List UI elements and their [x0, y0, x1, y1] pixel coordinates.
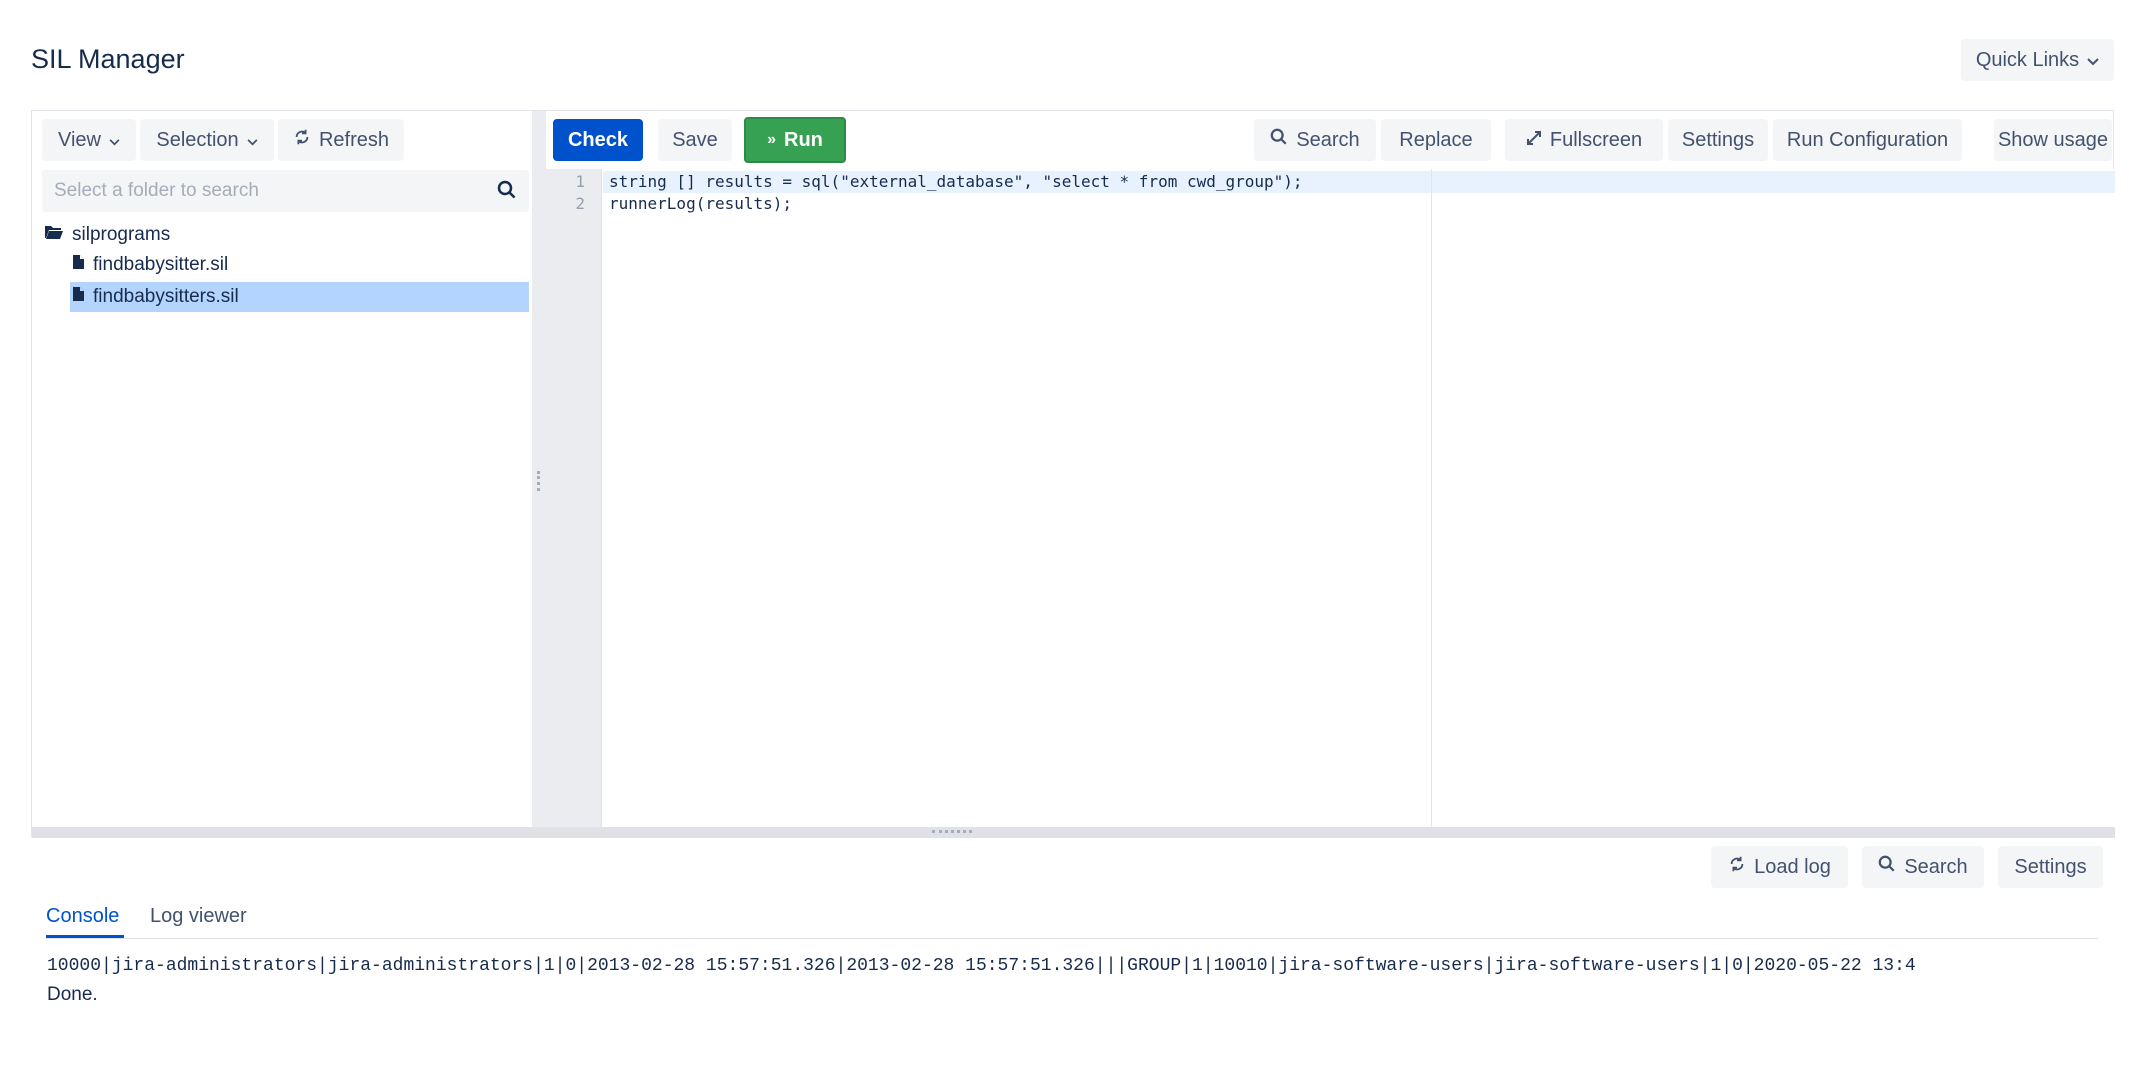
search-icon[interactable]	[497, 180, 517, 205]
load-log-button[interactable]: Load log	[1711, 846, 1848, 888]
page-title: SIL Manager	[31, 44, 185, 74]
search-icon	[1878, 855, 1896, 879]
tab-log-viewer[interactable]: Log viewer	[150, 905, 247, 928]
check-button[interactable]: Check	[553, 119, 643, 161]
search-label: Search	[1296, 128, 1360, 151]
console-settings-label: Settings	[2014, 855, 2087, 878]
show-usage-button[interactable]: Show usage	[1994, 119, 2112, 161]
tree-file-item-selected[interactable]: findbabysitters.sil	[70, 282, 529, 312]
tree-file-item[interactable]: findbabysitter.sil	[72, 250, 528, 280]
tab-console[interactable]: Console	[46, 905, 119, 928]
selection-label: Selection	[156, 128, 239, 151]
code-editor-panel: Check Save » Run Search Replace Fullscre…	[546, 111, 2115, 827]
fullscreen-label: Fullscreen	[1549, 128, 1643, 151]
view-dropdown[interactable]: View	[42, 119, 136, 161]
show-usage-label: Show usage	[1997, 128, 2109, 151]
replace-button[interactable]: Replace	[1381, 119, 1491, 161]
view-label: View	[58, 128, 101, 151]
search-button[interactable]: Search	[1254, 119, 1376, 161]
chevron-down-icon	[2087, 49, 2099, 72]
refresh-label: Refresh	[318, 128, 390, 151]
horizontal-splitter[interactable]	[32, 827, 2115, 838]
refresh-icon	[1728, 855, 1746, 879]
replace-label: Replace	[1399, 128, 1473, 151]
line-number: 1	[575, 172, 585, 191]
save-label: Save	[672, 128, 718, 151]
quick-links-button[interactable]: Quick Links	[1961, 39, 2114, 81]
code-line: string [] results = sql("external_databa…	[609, 172, 1303, 191]
load-log-label: Load log	[1754, 855, 1831, 878]
refresh-button[interactable]: Refresh	[278, 119, 404, 161]
refresh-icon	[293, 128, 311, 152]
check-label: Check	[567, 128, 629, 151]
folder-open-icon	[44, 224, 64, 246]
quick-links-label: Quick Links	[1975, 48, 2080, 71]
save-button[interactable]: Save	[658, 119, 732, 161]
settings-button[interactable]: Settings	[1668, 119, 1768, 161]
file-icon	[72, 254, 85, 276]
line-number-gutter: 1 2	[546, 169, 602, 827]
run-configuration-button[interactable]: Run Configuration	[1773, 119, 1962, 161]
folder-search	[42, 170, 529, 212]
console-search-label: Search	[1904, 855, 1968, 878]
run-configuration-label: Run Configuration	[1786, 128, 1949, 151]
file-icon	[72, 286, 85, 308]
code-editor[interactable]: string [] results = sql("external_databa…	[603, 169, 2115, 827]
chevron-down-icon	[109, 129, 120, 152]
console-search-button[interactable]: Search	[1862, 846, 1984, 888]
active-tab-indicator	[46, 935, 124, 938]
tree-file-label: findbabysitter.sil	[93, 254, 229, 275]
fullscreen-button[interactable]: Fullscreen	[1505, 119, 1663, 161]
tree-file-label: findbabysitters.sil	[93, 286, 239, 307]
search-icon	[1270, 128, 1288, 152]
chevron-down-icon	[247, 129, 258, 152]
folder-search-input[interactable]	[42, 170, 472, 212]
print-margin	[1431, 169, 1432, 827]
line-number: 2	[575, 194, 585, 213]
sil-manager-main: View Selection Refresh Select a folder t…	[31, 110, 2115, 838]
console-status: Done.	[47, 984, 98, 1005]
vertical-splitter[interactable]	[532, 111, 546, 827]
tree-folder-label: silprograms	[72, 224, 171, 245]
file-browser-panel: View Selection Refresh Select a folder t…	[32, 111, 532, 827]
expand-icon	[1526, 129, 1542, 152]
tree-folder-silprograms[interactable]: silprograms	[44, 220, 170, 250]
selection-dropdown[interactable]: Selection	[140, 119, 274, 161]
code-line: runnerLog(results);	[609, 194, 793, 213]
console-settings-button[interactable]: Settings	[1998, 846, 2103, 888]
run-icon: »	[767, 131, 776, 148]
run-button[interactable]: » Run	[744, 117, 846, 163]
tabs-divider	[46, 938, 2098, 939]
run-label: Run	[784, 128, 823, 151]
console-output-line: 10000|jira-administrators|jira-administr…	[47, 956, 1916, 976]
settings-label: Settings	[1681, 128, 1755, 151]
